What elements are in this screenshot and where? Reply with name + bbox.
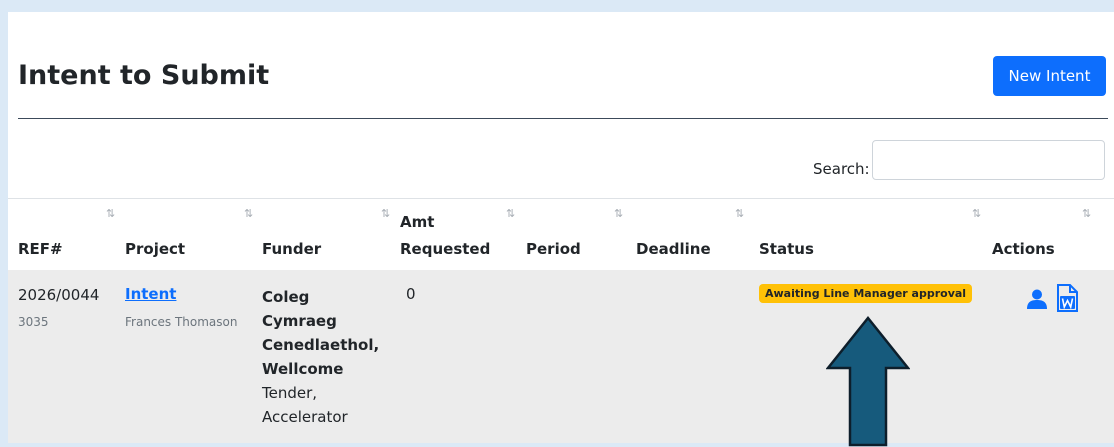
- column-project[interactable]: Project: [125, 240, 185, 258]
- funder-line: Wellcome: [262, 360, 344, 378]
- main-panel: Intent to Submit New Intent Search: ⇅ ⇅ …: [8, 12, 1114, 447]
- column-amt[interactable]: Amt: [400, 213, 434, 231]
- scheme-line: Accelerator: [262, 408, 348, 426]
- search-input[interactable]: [872, 140, 1105, 180]
- funder-line: Cymraeg: [262, 312, 337, 330]
- search-label: Search:: [813, 160, 870, 178]
- table-row: 2026/0044 3035 Intent Frances Thomason C…: [8, 270, 1114, 443]
- column-funder[interactable]: Funder: [262, 240, 321, 258]
- ref-sub-number: 3035: [18, 315, 49, 329]
- funder-cell: Coleg Cymraeg Cenedlaethol, Wellcome Ten…: [262, 285, 380, 429]
- sort-icon[interactable]: ⇅: [972, 207, 981, 220]
- top-strip: [0, 0, 1114, 12]
- sort-icon[interactable]: ⇅: [614, 207, 623, 220]
- sort-icon[interactable]: ⇅: [506, 207, 515, 220]
- up-arrow-annotation: [826, 316, 910, 447]
- word-document-icon[interactable]: [1056, 284, 1078, 312]
- funder-line: Cenedlaethol,: [262, 336, 380, 354]
- project-person: Frances Thomason: [125, 315, 238, 329]
- person-icon[interactable]: [1026, 289, 1048, 309]
- project-link[interactable]: Intent: [125, 285, 176, 303]
- sort-icon[interactable]: ⇅: [106, 207, 115, 220]
- sort-icon[interactable]: ⇅: [1082, 207, 1091, 220]
- column-status[interactable]: Status: [759, 240, 814, 258]
- sort-icon[interactable]: ⇅: [381, 207, 390, 220]
- title-divider: [18, 118, 1108, 119]
- sort-icon[interactable]: ⇅: [735, 207, 744, 220]
- status-badge: Awaiting Line Manager approval: [759, 284, 973, 303]
- new-intent-button[interactable]: New Intent: [993, 56, 1106, 96]
- page-title: Intent to Submit: [18, 60, 270, 91]
- column-requested[interactable]: Requested: [400, 240, 490, 258]
- amount-requested: 0: [406, 285, 416, 303]
- column-deadline[interactable]: Deadline: [636, 240, 711, 258]
- scheme-line: Tender,: [262, 384, 318, 402]
- column-ref[interactable]: REF#: [18, 240, 63, 258]
- column-actions: Actions: [992, 240, 1055, 258]
- table-header: ⇅ ⇅ ⇅ ⇅ ⇅ ⇅ ⇅ ⇅ REF# Project Funder Amt …: [8, 198, 1114, 273]
- sort-icon[interactable]: ⇅: [244, 207, 253, 220]
- funder-line: Coleg: [262, 288, 310, 306]
- column-period[interactable]: Period: [526, 240, 581, 258]
- ref-number: 2026/0044: [18, 286, 100, 304]
